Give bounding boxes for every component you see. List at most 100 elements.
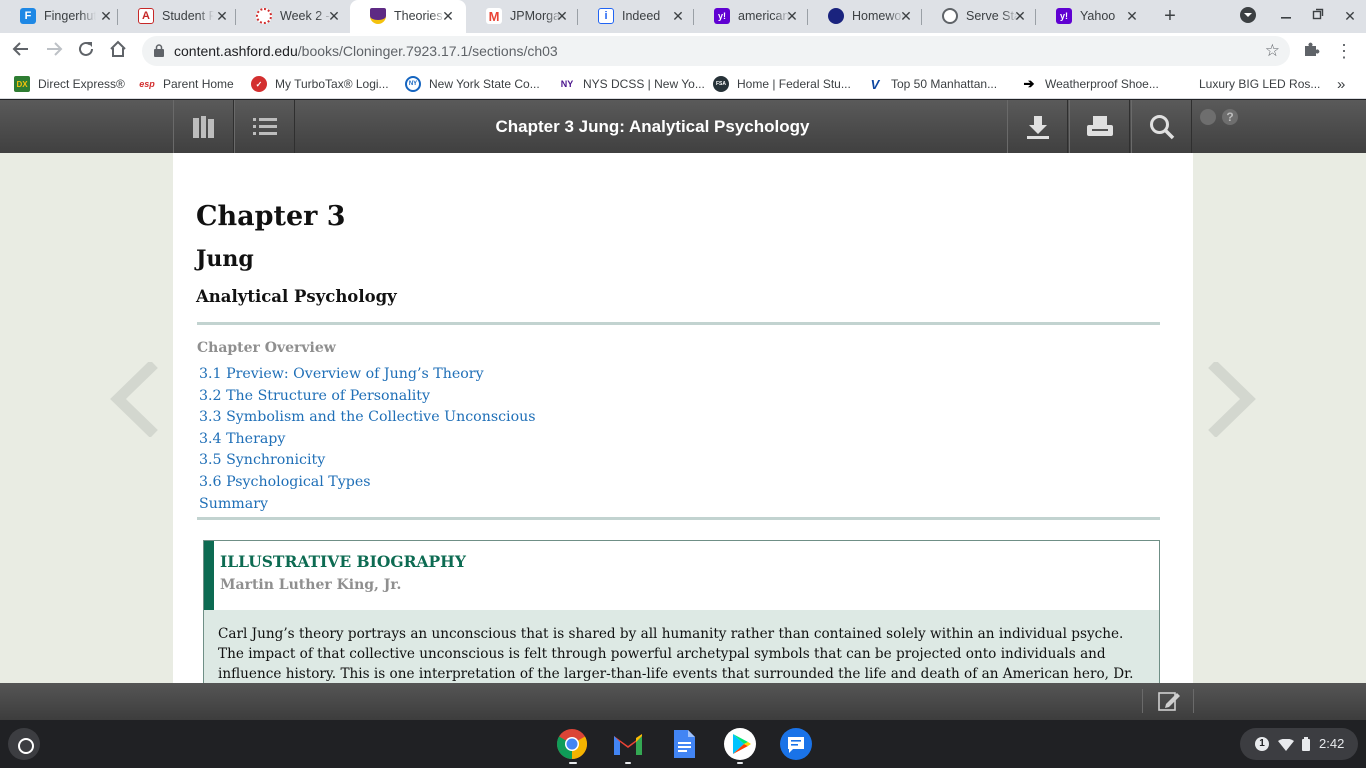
close-icon[interactable]: ✕ [214, 8, 230, 24]
tab-8[interactable]: Homework ✕ [808, 0, 922, 33]
extensions-puzzle-icon[interactable] [1300, 40, 1322, 62]
bookmark-parent-home[interactable]: esp Parent Home [139, 75, 234, 93]
toc-link[interactable]: 3.2 The Structure of Personality [199, 388, 430, 404]
messages-app-icon[interactable] [780, 728, 812, 760]
bookmark-label: Luxury BIG LED Ros... [1199, 77, 1321, 91]
google-docs-app-icon[interactable] [668, 728, 700, 760]
toc-link[interactable]: 3.1 Preview: Overview of Jung’s Theory [199, 366, 484, 382]
chapter-name: Jung [196, 246, 254, 272]
bookmarks-overflow-chevron-icon[interactable]: » [1337, 75, 1345, 93]
chapter-overview-heading: Chapter Overview [197, 340, 336, 356]
library-books-button[interactable] [173, 100, 234, 153]
tab-title: Homework [852, 9, 904, 23]
nys-seal-icon: NY [405, 76, 421, 92]
chapter-subtitle: Analytical Psychology [196, 287, 397, 306]
download-button[interactable] [1007, 100, 1068, 153]
notes-edit-icon[interactable] [1158, 690, 1182, 717]
reload-icon[interactable] [75, 40, 97, 62]
bookmark-label: Direct Express® [38, 77, 125, 91]
close-icon[interactable]: ✕ [1124, 8, 1140, 24]
close-icon[interactable]: ✕ [1012, 8, 1028, 24]
close-window-icon[interactable]: ✕ [1340, 6, 1360, 26]
status-tray[interactable]: 1 2:42 [1240, 728, 1358, 760]
tab-7[interactable]: y! american ✕ [694, 0, 808, 33]
bookmark-label: Home | Federal Stu... [737, 77, 851, 91]
close-icon[interactable]: ✕ [326, 8, 342, 24]
tab-search-icon[interactable] [1238, 6, 1258, 26]
toc-link[interactable]: 3.5 Synchronicity [199, 452, 325, 468]
search-button[interactable] [1131, 100, 1192, 153]
restore-icon[interactable] [1308, 6, 1328, 26]
bookmark-new-york-state[interactable]: NY New York State Co... [405, 75, 540, 93]
address-bar[interactable]: content.ashford.edu/books/Cloninger.7923… [142, 36, 1290, 66]
book-page: Chapter 3 Jung Analytical Psychology Cha… [173, 153, 1193, 683]
yahoo-icon: y! [1056, 8, 1072, 24]
yahoo-icon: y! [714, 8, 730, 24]
search-icon [1149, 114, 1174, 139]
print-button[interactable] [1069, 100, 1130, 153]
previous-page-arrow-icon[interactable] [108, 360, 158, 438]
list-icon [252, 117, 277, 135]
bookmark-federal-student-aid[interactable]: FSA Home | Federal Stu... [713, 75, 851, 93]
gmail-app-icon[interactable] [612, 728, 644, 760]
fingerhut-icon: F [20, 8, 36, 24]
bookmark-luxury-led-roses[interactable]: Luxury BIG LED Ros... [1175, 75, 1320, 93]
minimize-icon[interactable] [1276, 6, 1296, 26]
bookmark-label: New York State Co... [429, 77, 540, 91]
tab-title: american [738, 9, 790, 23]
toc-link[interactable]: 3.3 Symbolism and the Collective Unconsc… [199, 409, 536, 425]
home-icon[interactable] [107, 40, 129, 62]
bookmark-label: Weatherproof Shoe... [1045, 77, 1159, 91]
reader-toolbar: Chapter 3 Jung: Analytical Psychology ? [0, 100, 1366, 153]
chrome-app-icon[interactable] [556, 728, 588, 760]
wifi-icon [1278, 738, 1294, 756]
play-store-app-icon[interactable] [724, 728, 756, 760]
fsa-icon: FSA [713, 76, 729, 92]
blank-page-icon [1175, 76, 1191, 92]
toc-link[interactable]: 3.6 Psychological Types [199, 474, 371, 490]
tab-3[interactable]: Week 2 - Discussion ✕ [236, 0, 350, 33]
bookmark-nys-dcss[interactable]: NY NYS DCSS | New Yo... [559, 75, 705, 93]
clock: 2:42 [1319, 736, 1345, 751]
bookmark-turbotax[interactable]: ✓ My TurboTax® Logi... [251, 75, 389, 93]
esp-icon: esp [139, 76, 155, 92]
help-question-icon[interactable]: ? [1222, 109, 1238, 125]
tab-5[interactable]: M JPMorgan Chase ✕ [466, 0, 578, 33]
lock-icon [154, 44, 164, 57]
bookmark-label: NYS DCSS | New Yo... [583, 77, 705, 91]
forward-arrow-icon[interactable] [43, 40, 65, 62]
tab-1[interactable]: F Fingerhut ✕ [0, 0, 118, 33]
active-app-indicator [569, 762, 577, 764]
close-icon[interactable]: ✕ [554, 8, 570, 24]
back-arrow-icon[interactable] [10, 40, 32, 62]
bookmark-direct-express[interactable]: DX Direct Express® [14, 75, 125, 93]
biography-heading: ILLUSTRATIVE BIOGRAPHY [220, 552, 466, 571]
next-page-arrow-icon[interactable] [1208, 360, 1258, 438]
tab-4-active[interactable]: Theories of Personality ✕ [350, 0, 466, 33]
close-icon[interactable]: ✕ [898, 8, 914, 24]
tab-10[interactable]: y! Yahoo ✕ [1036, 0, 1150, 33]
bookmark-weatherproof-shoe[interactable]: ➔ Weatherproof Shoe... [1021, 75, 1159, 93]
close-icon[interactable]: ✕ [670, 8, 686, 24]
turbotax-check-icon: ✓ [251, 76, 267, 92]
close-icon[interactable]: ✕ [784, 8, 800, 24]
toc-link[interactable]: 3.4 Therapy [199, 431, 285, 447]
launcher-icon[interactable] [8, 728, 40, 760]
table-of-contents-button[interactable] [234, 100, 295, 153]
globe-icon [942, 8, 958, 24]
url-text: content.ashford.edu/books/Cloninger.7923… [174, 43, 558, 59]
tab-9[interactable]: Serve State ✕ [922, 0, 1036, 33]
bookmark-label: Parent Home [163, 77, 234, 91]
close-icon[interactable]: ✕ [98, 8, 114, 24]
gmail-icon: M [486, 8, 502, 24]
more-menu-icon[interactable]: ⋮ [1333, 40, 1355, 62]
bookmark-top-50-manhattan[interactable]: V Top 50 Manhattan... [867, 75, 997, 93]
tab-2[interactable]: A Student Portal ✕ [118, 0, 236, 33]
tab-6[interactable]: i Indeed ✕ [578, 0, 694, 33]
new-tab-button[interactable]: + [1160, 6, 1180, 26]
bookmark-star-icon[interactable]: ☆ [1265, 41, 1280, 61]
close-icon[interactable]: ✕ [440, 8, 456, 24]
toc-link-summary[interactable]: Summary [199, 496, 268, 512]
chapter-number: Chapter 3 [196, 201, 346, 232]
user-account-icon[interactable] [1200, 109, 1216, 125]
